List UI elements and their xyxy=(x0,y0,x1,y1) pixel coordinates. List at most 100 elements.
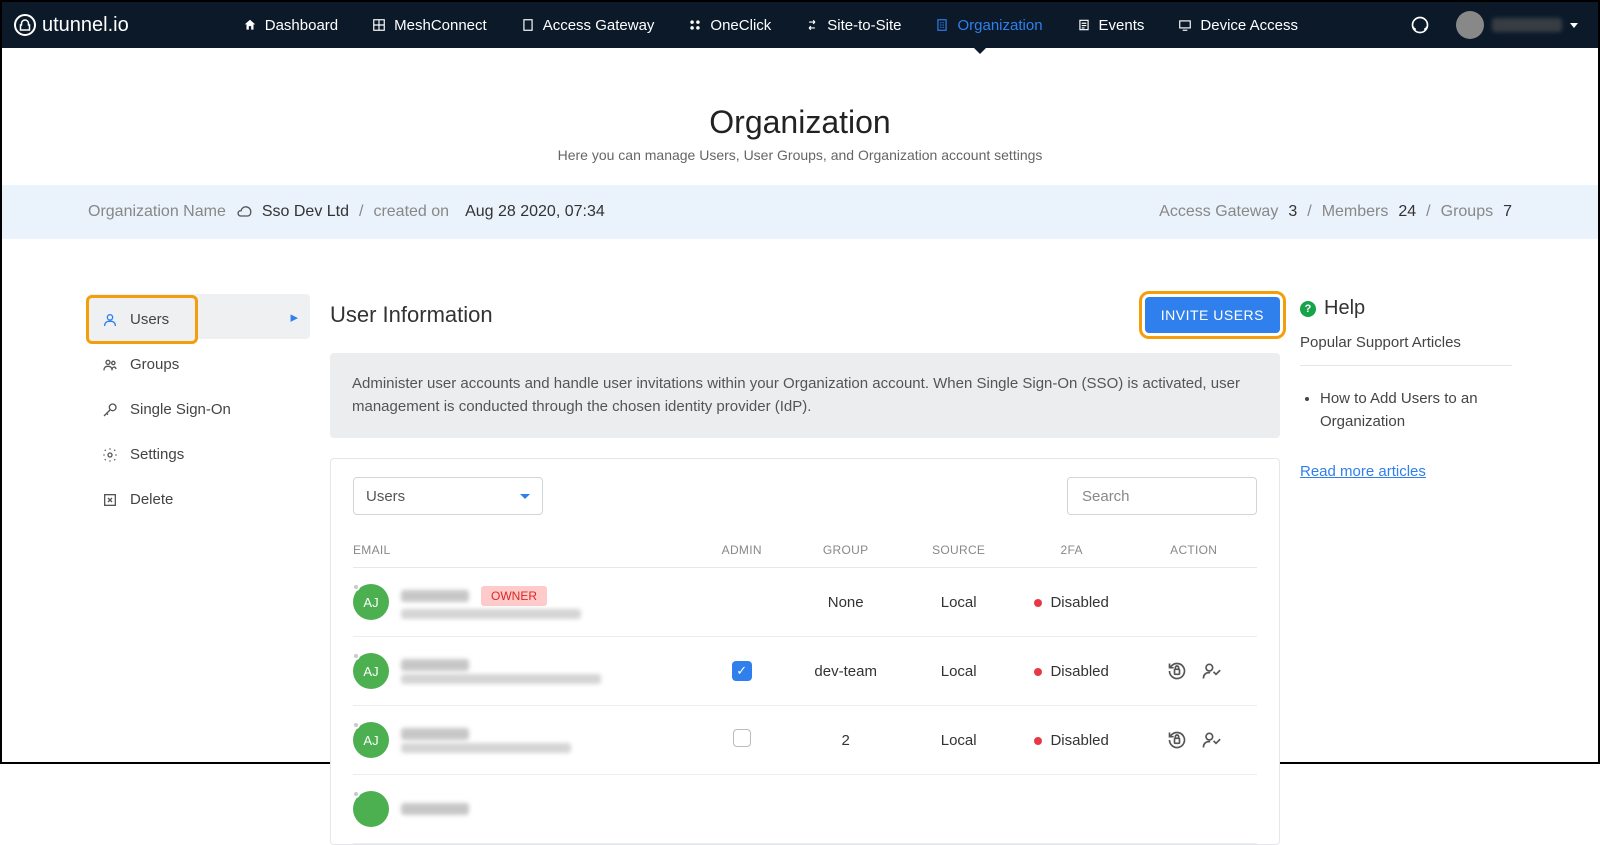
members-count: 24 xyxy=(1398,203,1416,221)
status-dot-icon xyxy=(1034,668,1042,676)
created-on-value: Aug 28 2020, 07:34 xyxy=(465,203,605,221)
nav-dashboard[interactable]: Dashboard xyxy=(229,7,352,44)
page-title: Organization xyxy=(2,104,1598,141)
invite-users-button[interactable]: INVITE USERS xyxy=(1145,297,1280,333)
help-subtitle: Popular Support Articles xyxy=(1300,334,1512,366)
table-row xyxy=(353,775,1257,844)
avatar-icon xyxy=(1456,11,1484,39)
table-row: AJ 2 Local Disabled xyxy=(353,706,1257,775)
content-area: User Information INVITE USERS Administer… xyxy=(330,297,1280,845)
nav-site-to-site[interactable]: Site-to-Site xyxy=(791,7,915,44)
org-info-bar: Organization Name Sso Dev Ltd / created … xyxy=(2,185,1598,239)
user-avatar xyxy=(353,791,389,827)
col-source: SOURCE xyxy=(904,533,1012,568)
site-icon xyxy=(805,18,819,32)
col-2fa: 2FA xyxy=(1013,533,1131,568)
status-dot-icon xyxy=(1034,737,1042,745)
nav-access-gateway[interactable]: Access Gateway xyxy=(507,7,669,44)
col-admin: ADMIN xyxy=(697,533,787,568)
dropdown-caret-icon xyxy=(520,494,530,499)
delete-icon xyxy=(102,492,118,508)
sso-icon xyxy=(102,402,118,418)
support-icon[interactable] xyxy=(1410,15,1430,35)
group-icon xyxy=(102,357,118,373)
sidebar-item-delete[interactable]: Delete xyxy=(88,477,310,522)
gear-icon xyxy=(102,447,118,463)
caret-down-icon xyxy=(1570,23,1578,28)
user-name-blurred xyxy=(401,659,469,671)
owner-badge: OWNER xyxy=(481,586,547,606)
sidebar-item-users[interactable]: Users xyxy=(88,297,196,342)
home-icon xyxy=(243,18,257,32)
user-name-blurred xyxy=(401,590,469,602)
admin-checkbox-checked[interactable]: ✓ xyxy=(732,661,752,681)
sidebar-item-groups[interactable]: Groups xyxy=(88,342,310,387)
page-header: Organization Here you can manage Users, … xyxy=(2,104,1598,163)
user-name-blurred xyxy=(401,728,469,740)
col-email: EMAIL xyxy=(353,533,697,568)
cloud-icon xyxy=(236,204,252,220)
created-on-label: created on xyxy=(373,203,449,221)
gateway-icon xyxy=(521,18,535,32)
description-text: Administer user accounts and handle user… xyxy=(330,353,1280,438)
oneclick-icon xyxy=(688,18,702,32)
gateway-count: 3 xyxy=(1288,203,1297,221)
device-icon xyxy=(1178,18,1192,32)
gateway-label: Access Gateway xyxy=(1159,203,1278,221)
search-input[interactable] xyxy=(1067,477,1257,515)
members-label: Members xyxy=(1322,203,1389,221)
org-name-value: Sso Dev Ltd xyxy=(262,203,349,221)
groups-count: 7 xyxy=(1503,203,1512,221)
nav-items: Dashboard MeshConnect Access Gateway One… xyxy=(229,7,1312,44)
main-content-wrap: Users x ▸ Groups Single Sign-On Settings… xyxy=(2,297,1598,845)
mesh-icon xyxy=(372,18,386,32)
help-title: Help xyxy=(1324,297,1365,320)
user-name-blurred xyxy=(401,803,469,815)
logo-icon xyxy=(14,14,36,36)
user-avatar: AJ xyxy=(353,653,389,689)
table-row: AJ ✓ dev-team Local Disabled xyxy=(353,637,1257,706)
settings-sidebar: Users x ▸ Groups Single Sign-On Settings… xyxy=(88,297,310,845)
users-filter-select[interactable]: Users xyxy=(353,477,543,515)
user-icon xyxy=(102,312,118,328)
user-email-blurred xyxy=(401,609,581,619)
reset-icon[interactable] xyxy=(1167,730,1187,750)
user-avatar: AJ xyxy=(353,722,389,758)
nav-device-access[interactable]: Device Access xyxy=(1164,7,1312,44)
user-email-blurred xyxy=(401,743,571,753)
nav-meshconnect[interactable]: MeshConnect xyxy=(358,7,501,44)
events-icon xyxy=(1077,18,1091,32)
users-table-card: Users EMAIL ADMIN GROUP SOURCE 2FA ACTIO… xyxy=(330,458,1280,845)
nav-events[interactable]: Events xyxy=(1063,7,1159,44)
user-menu[interactable] xyxy=(1456,11,1578,39)
nav-organization[interactable]: Organization xyxy=(921,7,1056,44)
content-title: User Information xyxy=(330,302,493,328)
user-email-blurred xyxy=(401,674,601,684)
brand-logo[interactable]: utunnel.io xyxy=(14,14,129,37)
read-more-link[interactable]: Read more articles xyxy=(1300,463,1426,480)
user-name-blurred xyxy=(1492,18,1562,32)
reset-icon[interactable] xyxy=(1167,661,1187,681)
groups-label: Groups xyxy=(1441,203,1493,221)
col-group: GROUP xyxy=(787,533,905,568)
sidebar-item-settings[interactable]: Settings xyxy=(88,432,310,477)
nav-active-arrow xyxy=(972,46,988,54)
org-icon xyxy=(935,18,949,32)
user-action-icon[interactable] xyxy=(1201,730,1221,750)
user-action-icon[interactable] xyxy=(1201,661,1221,681)
brand-text: utunnel.io xyxy=(42,14,129,37)
nav-oneclick[interactable]: OneClick xyxy=(674,7,785,44)
top-navbar: utunnel.io Dashboard MeshConnect Access … xyxy=(2,2,1598,48)
help-article-link[interactable]: How to Add Users to an Organization xyxy=(1320,388,1512,433)
status-dot-icon xyxy=(1034,599,1042,607)
page-subtitle: Here you can manage Users, User Groups, … xyxy=(2,147,1598,163)
user-avatar: AJ xyxy=(353,584,389,620)
help-panel: ? Help Popular Support Articles How to A… xyxy=(1300,297,1512,845)
admin-checkbox-unchecked[interactable] xyxy=(733,729,751,747)
navbar-right xyxy=(1410,11,1578,39)
help-icon: ? xyxy=(1300,301,1316,317)
sidebar-item-sso[interactable]: Single Sign-On xyxy=(88,387,310,432)
table-row: AJ OWNER None Local Disabled xyxy=(353,568,1257,637)
chevron-right-icon: ▸ xyxy=(290,308,298,326)
users-table: EMAIL ADMIN GROUP SOURCE 2FA ACTION AJ xyxy=(353,533,1257,844)
